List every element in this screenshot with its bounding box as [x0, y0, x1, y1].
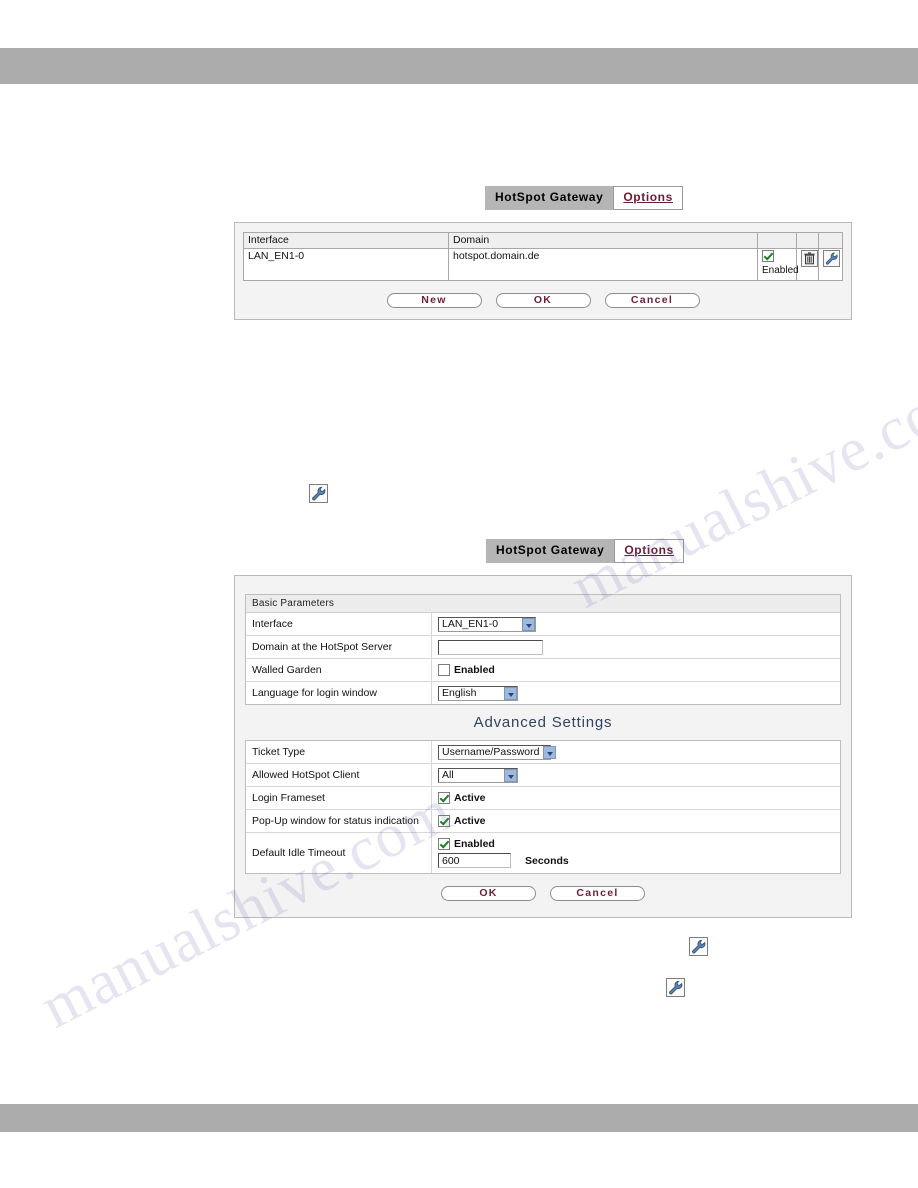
language-select-value: English — [442, 686, 477, 699]
cancel-button[interactable]: Cancel — [550, 886, 645, 901]
tab-hotspot-gateway[interactable]: HotSpot Gateway — [486, 539, 615, 563]
advanced-settings-section: Ticket Type Username/Password Allowed Ho… — [245, 740, 841, 874]
domain-at-hotspot-server-input[interactable] — [438, 639, 543, 655]
allowed-hotspot-client-select[interactable]: All — [438, 767, 518, 783]
default-idle-timeout-checkbox-label: Enabled — [454, 838, 495, 850]
page-footer-bar — [0, 1104, 918, 1132]
popup-status-checkbox[interactable] — [438, 815, 450, 827]
tabstrip-settings: HotSpot Gateway Options — [486, 539, 684, 563]
row-ticket-type: Ticket Type Username/Password — [246, 741, 840, 764]
interface-select[interactable]: LAN_EN1-0 — [438, 616, 536, 632]
row-default-idle-timeout: Default Idle Timeout Enabled Seconds — [246, 833, 840, 873]
table-header-row: Interface Domain — [243, 232, 843, 249]
label-default-idle-timeout: Default Idle Timeout — [246, 833, 432, 873]
hotspot-settings-panel: Basic Parameters Interface LAN_EN1-0 Dom… — [234, 575, 852, 918]
chevron-down-icon — [522, 617, 535, 631]
cell-state: Enabled — [757, 248, 799, 281]
new-button[interactable]: New — [386, 293, 482, 308]
column-header-domain: Domain — [448, 232, 758, 249]
label-ticket-type: Ticket Type — [246, 741, 432, 763]
login-frameset-checkbox-label: Active — [454, 792, 486, 804]
walled-garden-checkbox-label: Enabled — [454, 664, 495, 676]
row-login-frameset: Login Frameset Active — [246, 787, 840, 810]
ok-button[interactable]: OK — [441, 886, 536, 901]
cell-delete — [796, 248, 819, 281]
ticket-type-select[interactable]: Username/Password — [438, 744, 557, 760]
chevron-down-icon — [543, 745, 557, 759]
default-idle-timeout-units: Seconds — [525, 854, 569, 867]
tab-options[interactable]: Options — [614, 539, 684, 563]
tabstrip-overview: HotSpot Gateway Options — [485, 186, 683, 210]
wrench-icon[interactable] — [309, 484, 328, 503]
wrench-icon[interactable] — [823, 250, 840, 267]
overview-button-bar: New OK Cancel — [235, 293, 851, 308]
walled-garden-checkbox[interactable] — [438, 664, 450, 676]
chevron-down-icon — [504, 686, 517, 700]
table-row: LAN_EN1-0 hotspot.domain.de Enabled — [243, 248, 843, 281]
ok-button[interactable]: OK — [495, 293, 591, 308]
label-language-for-login-window: Language for login window — [246, 682, 432, 704]
cancel-button[interactable]: Cancel — [604, 293, 700, 308]
label-walled-garden: Walled Garden — [246, 659, 432, 681]
column-header-edit — [818, 232, 843, 249]
tab-options[interactable]: Options — [613, 186, 683, 210]
basic-parameters-heading: Basic Parameters — [246, 595, 840, 613]
wrench-icon[interactable] — [689, 937, 708, 956]
page-header-bar — [0, 48, 918, 84]
cell-domain: hotspot.domain.de — [448, 248, 758, 281]
hotspot-overview-panel: Interface Domain LAN_EN1-0 hotspot.domai… — [234, 222, 852, 320]
interface-select-value: LAN_EN1-0 — [442, 617, 499, 630]
cell-interface: LAN_EN1-0 — [243, 248, 449, 281]
row-popup-status: Pop-Up window for status indication Acti… — [246, 810, 840, 833]
row-interface: Interface LAN_EN1-0 — [246, 613, 840, 636]
label-allowed-hotspot-client: Allowed HotSpot Client — [246, 764, 432, 786]
row-enabled-label: Enabled — [762, 265, 799, 276]
ticket-type-select-value: Username/Password — [442, 745, 540, 758]
settings-button-bar: OK Cancel — [235, 886, 851, 901]
column-header-interface: Interface — [243, 232, 449, 249]
popup-status-checkbox-label: Active — [454, 815, 486, 827]
allowed-hotspot-client-select-value: All — [442, 768, 454, 781]
row-allowed-hotspot-client: Allowed HotSpot Client All — [246, 764, 840, 787]
default-idle-timeout-checkbox[interactable] — [438, 838, 450, 850]
trash-icon[interactable] — [801, 250, 818, 267]
row-walled-garden: Walled Garden Enabled — [246, 659, 840, 682]
chevron-down-icon — [504, 768, 517, 782]
label-interface: Interface — [246, 613, 432, 635]
basic-parameters-section: Basic Parameters Interface LAN_EN1-0 Dom… — [245, 594, 841, 705]
row-domain: Domain at the HotSpot Server — [246, 636, 840, 659]
column-header-delete — [796, 232, 819, 249]
label-popup-window-status: Pop-Up window for status indication — [246, 810, 432, 832]
label-login-frameset: Login Frameset — [246, 787, 432, 809]
advanced-settings-heading: Advanced Settings — [473, 714, 613, 731]
tab-hotspot-gateway[interactable]: HotSpot Gateway — [485, 186, 614, 210]
hotspot-gateway-table: Interface Domain LAN_EN1-0 hotspot.domai… — [243, 232, 843, 281]
wrench-icon[interactable] — [666, 978, 685, 997]
row-enabled-checkbox[interactable] — [762, 250, 774, 262]
column-header-state — [757, 232, 797, 249]
row-language: Language for login window English — [246, 682, 840, 704]
login-frameset-checkbox[interactable] — [438, 792, 450, 804]
default-idle-timeout-input[interactable] — [438, 853, 511, 868]
label-domain-at-hotspot-server: Domain at the HotSpot Server — [246, 636, 432, 658]
language-select[interactable]: English — [438, 685, 518, 701]
cell-edit — [818, 248, 843, 281]
